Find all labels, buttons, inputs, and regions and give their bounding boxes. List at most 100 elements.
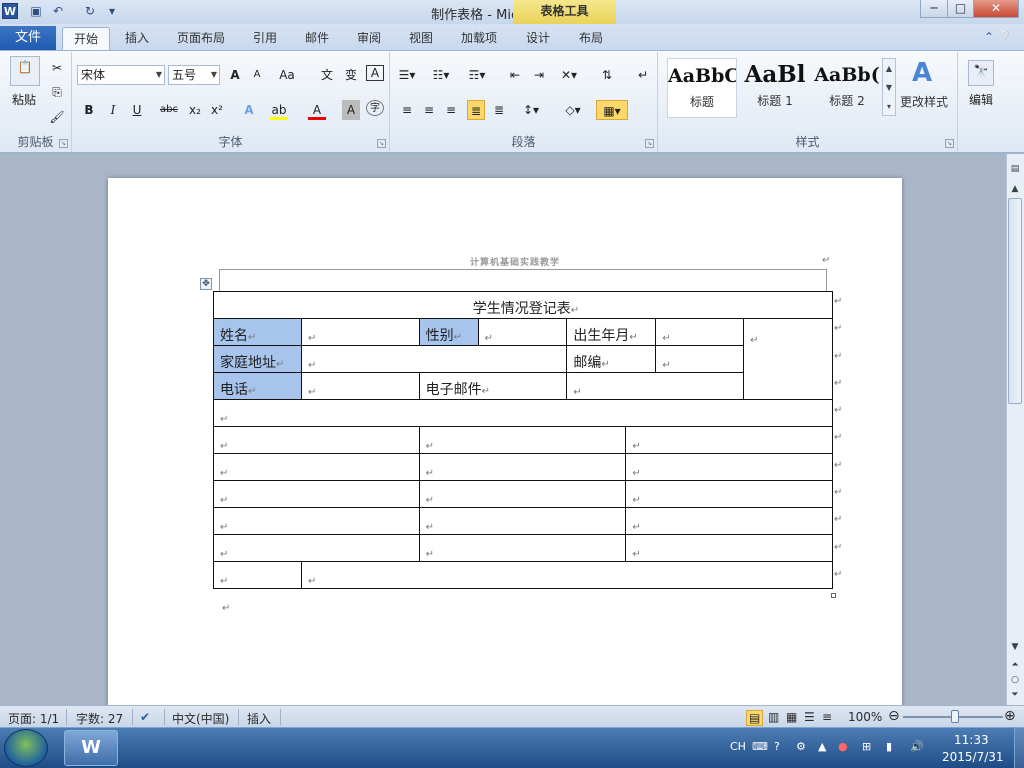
full-screen-reading-icon[interactable]: ▥ [768, 710, 779, 724]
align-left-icon[interactable]: ≡ [398, 100, 416, 120]
zoom-out-icon[interactable]: ⊖ [888, 708, 900, 724]
enclose-char-button[interactable]: 字 [366, 100, 384, 116]
paste-icon[interactable]: 📋 [10, 56, 40, 86]
insert-mode[interactable]: 插入 [247, 710, 271, 727]
paste-button[interactable]: 粘贴 [6, 90, 42, 110]
start-button[interactable] [4, 729, 48, 767]
superscript-button[interactable]: x² [208, 100, 226, 120]
phonetic-guide-icon[interactable]: 文 [318, 65, 336, 85]
web-layout-icon[interactable]: ▦ [786, 710, 797, 724]
table-cell[interactable]: ↵ [625, 426, 833, 454]
numbering-icon[interactable]: ☷▾ [432, 65, 450, 85]
shading-icon[interactable]: ◇▾ [564, 100, 582, 120]
outline-icon[interactable]: ☰ [804, 710, 815, 724]
table-cell[interactable]: ↵ [213, 453, 420, 481]
scroll-down-icon[interactable]: ▼ [1008, 640, 1022, 654]
table-cell[interactable]: ↵ [213, 426, 420, 454]
ime-indicator[interactable]: CH [730, 740, 746, 753]
tab-page-layout[interactable]: 页面布局 [170, 27, 232, 50]
decrease-indent-icon[interactable]: ⇤ [506, 65, 524, 85]
page-count[interactable]: 页面: 1/1 [8, 710, 59, 727]
table-cell[interactable]: ↵ [418, 426, 627, 454]
bold-button[interactable]: B [80, 100, 98, 120]
zip-label-cell[interactable]: 邮编↵ [566, 345, 657, 373]
birth-value-cell[interactable]: ↵ [655, 318, 745, 346]
increase-indent-icon[interactable]: ⇥ [530, 65, 548, 85]
name-label-cell[interactable]: 姓名↵ [213, 318, 302, 346]
table-cell[interactable]: ↵ [213, 399, 833, 427]
launcher-icon[interactable]: ↘ [377, 139, 386, 148]
font-size-combo[interactable]: 五号 ▼ [168, 65, 220, 85]
grow-font-button[interactable]: A [226, 65, 244, 85]
security-icon[interactable]: ● [838, 740, 848, 753]
clear-format-icon[interactable]: 变 [342, 65, 360, 85]
proofing-icon[interactable]: ✔ [140, 710, 150, 724]
table-resize-handle[interactable] [831, 593, 836, 598]
table-cell[interactable]: ↵ [213, 480, 420, 508]
editing-button[interactable]: 编辑 [962, 90, 1000, 110]
table-title-cell[interactable]: 学生情况登记表↵ [213, 291, 833, 319]
styles-scroll-icon[interactable]: ▲ ▼ ▾ [882, 58, 896, 116]
font-color-button[interactable]: A [308, 100, 326, 120]
multilevel-list-icon[interactable]: ☶▾ [468, 65, 486, 85]
format-painter-icon[interactable]: 🖌 [48, 107, 66, 127]
name-value-cell[interactable]: ↵ [300, 318, 420, 346]
prev-page-icon[interactable]: ⏶ [1008, 658, 1022, 672]
zoom-in-icon[interactable]: ⊕ [1004, 708, 1016, 724]
table-cell[interactable]: ↵ [625, 534, 833, 562]
line-spacing-icon[interactable]: ↕▾ [522, 100, 540, 120]
font-name-combo[interactable]: 宋体 ▼ [77, 65, 165, 85]
table-cell[interactable]: ↵ [418, 453, 627, 481]
word-count[interactable]: 字数: 27 [76, 710, 123, 727]
sort-icon[interactable]: ⇅ [598, 65, 616, 85]
gender-label-cell[interactable]: 性别↵ [418, 318, 479, 346]
ribbon-controls[interactable]: ⌃ ❔ [984, 30, 1013, 44]
tab-design[interactable]: 设计 [517, 27, 559, 50]
launcher-icon[interactable]: ↘ [59, 139, 68, 148]
tab-review[interactable]: 审阅 [348, 27, 390, 50]
distributed-icon[interactable]: ≣ [490, 100, 508, 120]
table-cell[interactable]: ↵ [418, 480, 627, 508]
strikethrough-button[interactable]: abc [160, 100, 178, 120]
tab-references[interactable]: 引用 [244, 27, 286, 50]
scroll-thumb[interactable] [1008, 198, 1022, 404]
copy-icon[interactable]: ⎘ [48, 82, 66, 102]
subscript-button[interactable]: x₂ [186, 100, 204, 120]
cut-icon[interactable]: ✂ [48, 58, 66, 78]
table-cell[interactable]: ↵ [625, 507, 833, 535]
taskbar-word-button[interactable]: W [64, 730, 118, 766]
table-cell[interactable]: ↵ [300, 561, 834, 589]
tab-home[interactable]: 开始 [62, 27, 110, 50]
align-center-icon[interactable]: ≡ [420, 100, 438, 120]
highlight-icon[interactable]: ab [270, 100, 288, 120]
tab-file[interactable]: 文件 [0, 26, 56, 50]
text-effects-icon[interactable]: A [240, 100, 258, 120]
show-desktop-button[interactable] [1014, 728, 1024, 768]
show-hidden-icons-icon[interactable]: ▲ [818, 740, 826, 753]
char-shading-icon[interactable]: A [342, 100, 360, 120]
underline-button[interactable]: U [128, 100, 146, 120]
ruler-toggle-icon[interactable]: ▤ [1008, 162, 1022, 176]
align-right-icon[interactable]: ≡ [442, 100, 460, 120]
next-page-icon[interactable]: ⏷ [1008, 688, 1022, 702]
photo-cell[interactable]: ↵ [743, 318, 833, 400]
tab-addins[interactable]: 加载项 [452, 27, 506, 50]
keyboard-icon[interactable]: ⌨ [752, 740, 768, 753]
borders-icon[interactable]: ▦▾ [596, 100, 628, 120]
char-border-button[interactable]: A [366, 65, 384, 81]
student-registration-table[interactable]: 学生情况登记表↵ 姓名↵ ↵ 性别↵ ↵ 出生年月↵ ↵ ↵ 家庭地址↵ ↵ 邮… [213, 291, 834, 589]
zoom-slider-knob[interactable] [951, 710, 959, 723]
address-value-cell[interactable]: ↵ [300, 345, 568, 373]
style-heading-1[interactable]: AaBl 标题 1 [740, 58, 810, 118]
email-label-cell[interactable]: 电子邮件↵ [418, 372, 568, 400]
language-indicator[interactable]: 中文(中国) [172, 710, 229, 727]
style-title[interactable]: AaBbC 标题 [667, 58, 737, 118]
network-icon[interactable]: ▮ [886, 740, 892, 753]
email-value-cell[interactable]: ↵ [566, 372, 745, 400]
volume-icon[interactable]: 🔊 [910, 740, 924, 753]
gender-value-cell[interactable]: ↵ [477, 318, 568, 346]
change-case-button[interactable]: Aa [278, 65, 296, 85]
change-styles-button[interactable]: 更改样式 [900, 93, 948, 110]
tab-insert[interactable]: 插入 [116, 27, 158, 50]
style-heading-2[interactable]: AaBb( 标题 2 [812, 58, 882, 118]
